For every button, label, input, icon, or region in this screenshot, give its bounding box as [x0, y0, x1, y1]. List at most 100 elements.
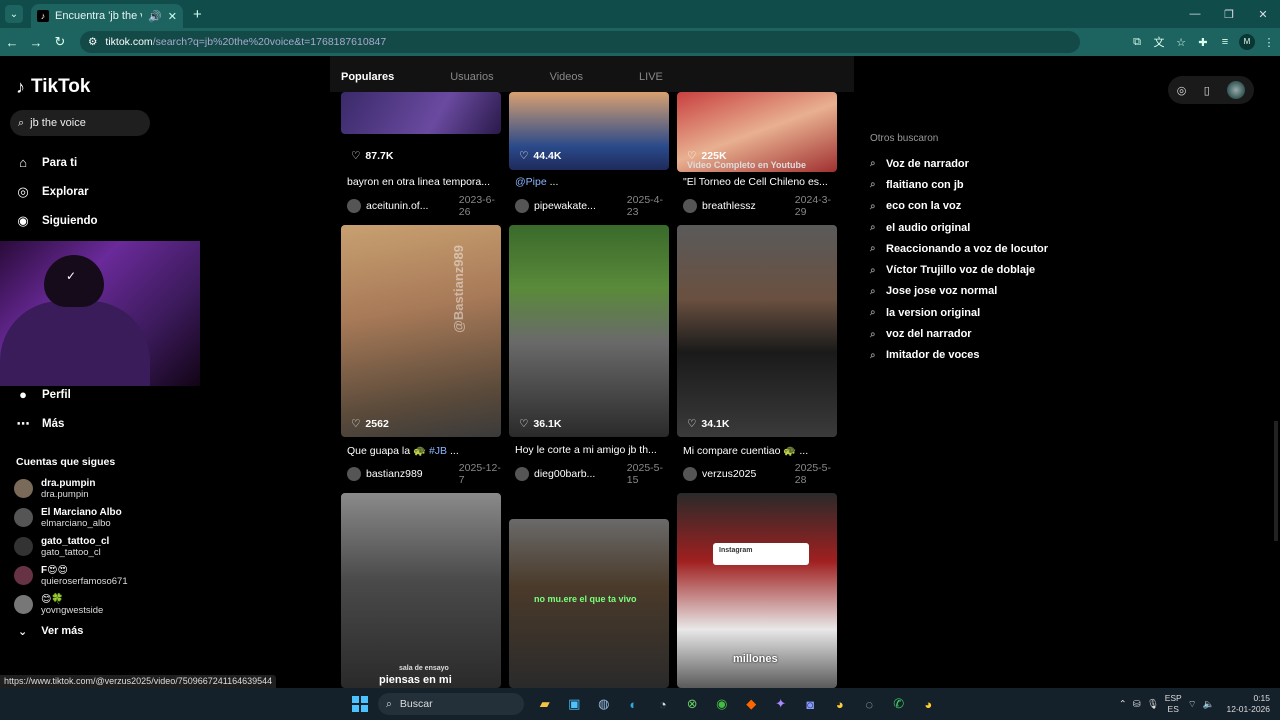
- related-search-item[interactable]: ⌕ Víctor Trujillo voz de doblaje: [870, 259, 1090, 280]
- profile-avatar[interactable]: M: [1239, 34, 1255, 50]
- start-button[interactable]: [352, 696, 368, 712]
- page-scrollbar[interactable]: [1274, 421, 1278, 541]
- close-window-button[interactable]: ✕: [1246, 8, 1280, 21]
- video-thumbnail[interactable]: sala de ensayo piensas en mi: [341, 493, 501, 688]
- restore-button[interactable]: ❐: [1212, 8, 1246, 21]
- video-author[interactable]: verzus2025: [702, 468, 791, 480]
- related-search-item[interactable]: ⌕ Reaccionando a voz de locutor: [870, 238, 1090, 259]
- video-author[interactable]: aceitunin.of...: [366, 200, 455, 212]
- mention-link[interactable]: @Pipe: [515, 176, 547, 188]
- video-caption[interactable]: @Pipe ...: [515, 176, 670, 188]
- obs-icon[interactable]: ◌: [855, 688, 885, 720]
- install-app-icon[interactable]: ⧉: [1126, 36, 1148, 49]
- like-count: ♡ 225K: [687, 150, 727, 162]
- following-item[interactable]: gato_tattoo_cl gato_tattoo_cl: [14, 532, 164, 561]
- tab-populares[interactable]: Populares: [330, 56, 405, 92]
- heart-icon: ♡: [519, 418, 529, 430]
- browser-menu-icon[interactable]: ⋮: [1258, 36, 1280, 49]
- video-caption[interactable]: "El Torneo de Cell Chileno es...: [683, 176, 838, 188]
- video-thumbnail[interactable]: @Bastianz989: [341, 225, 501, 437]
- reload-button[interactable]: ↻: [48, 34, 72, 50]
- store-icon[interactable]: ▣: [560, 688, 590, 720]
- tab-videos[interactable]: Videos: [539, 56, 594, 92]
- video-author[interactable]: pipewakate...: [534, 200, 623, 212]
- volume-icon[interactable]: 🔈: [1203, 699, 1215, 710]
- microphone-icon[interactable]: 🎙: [1147, 699, 1159, 710]
- wifi-icon[interactable]: ⌔: [1188, 699, 1197, 710]
- following-item[interactable]: El Marciano Albo elmarciano_albo: [14, 503, 164, 532]
- menu-item-mas[interactable]: ⋯ Más: [16, 409, 156, 438]
- video-thumbnail[interactable]: no mu.ere el que ta vivo: [509, 519, 669, 688]
- taskbar-search[interactable]: ⌕ Buscar: [378, 693, 524, 715]
- menu-item-explorar[interactable]: ◎ Explorar: [16, 177, 156, 206]
- following-item[interactable]: F😍😍 quieroserfamoso671: [14, 561, 164, 590]
- hashtag-link[interactable]: #JB: [429, 445, 447, 457]
- game-controller-icon[interactable]: ✦: [766, 688, 796, 720]
- video-thumbnail[interactable]: [677, 225, 837, 437]
- avatar[interactable]: [1227, 81, 1246, 99]
- video-caption[interactable]: Hoy le corte a mi amigo jb th...: [515, 444, 670, 456]
- related-search-label: flaitiano con jb: [886, 178, 964, 191]
- clock[interactable]: 0:15 12-01-2026: [1227, 693, 1270, 715]
- video-caption[interactable]: Que guapa la 🐢 #JB ...: [347, 444, 502, 457]
- related-search-item[interactable]: ⌕ flaitiano con jb: [870, 174, 1090, 195]
- tiktok-logo[interactable]: ♪ TikTok: [16, 76, 90, 98]
- related-search-item[interactable]: ⌕ Imitador de voces: [870, 345, 1090, 366]
- related-search-item[interactable]: ⌕ la version original: [870, 302, 1090, 323]
- address-bar[interactable]: ⚙ tiktok.com/search?q=jb%20the%20voice&t…: [80, 31, 1080, 53]
- edge-icon[interactable]: ◐: [619, 688, 649, 720]
- video-author[interactable]: bastianz989: [366, 468, 455, 480]
- menu-item-siguiendo[interactable]: ◉ Siguiendo: [16, 206, 156, 235]
- site-info-icon[interactable]: ⚙: [88, 36, 97, 48]
- game-launcher-icon[interactable]: ◆: [737, 688, 767, 720]
- device-icon[interactable]: ▯: [1204, 84, 1210, 97]
- search-icon: ⌕: [870, 158, 876, 170]
- close-tab-icon[interactable]: ✕: [168, 10, 177, 23]
- translate-icon[interactable]: 文: [1148, 34, 1170, 50]
- related-search-label: eco con la voz: [886, 200, 962, 213]
- input-language[interactable]: ESP ES: [1165, 693, 1182, 715]
- xbox-icon[interactable]: ⊗: [678, 688, 708, 720]
- steam-icon[interactable]: ◍: [589, 688, 619, 720]
- related-search-item[interactable]: ⌕ el audio original: [870, 217, 1090, 238]
- xbox-app-icon[interactable]: ◉: [707, 688, 737, 720]
- minimize-button[interactable]: —: [1178, 8, 1212, 20]
- new-tab-button[interactable]: +: [193, 6, 202, 23]
- video-author[interactable]: breathlessz: [702, 200, 791, 212]
- chrome-profile-icon[interactable]: ◕: [914, 688, 944, 720]
- tab-live[interactable]: LIVE: [628, 56, 674, 92]
- tab-search-button[interactable]: ⌄: [5, 5, 23, 23]
- video-caption[interactable]: bayron en otra linea tempora...: [347, 176, 502, 188]
- related-search-item[interactable]: ⌕ voz del narrador: [870, 323, 1090, 344]
- following-item[interactable]: 😊🍀 yovngwestside: [14, 590, 164, 619]
- back-button[interactable]: ←: [0, 35, 24, 50]
- network-app-icon[interactable]: ⛁: [1133, 699, 1141, 710]
- video-thumbnail[interactable]: [509, 225, 669, 437]
- search-input[interactable]: ⌕ jb the voice: [10, 110, 150, 136]
- whatsapp-icon[interactable]: ✆: [884, 688, 914, 720]
- media-controls-icon[interactable]: ≡: [1214, 36, 1236, 48]
- related-search-item[interactable]: ⌕ Voz de narrador: [870, 153, 1090, 174]
- menu-item-para-ti[interactable]: ⌂ Para ti: [16, 148, 156, 177]
- tab-usuarios[interactable]: Usuarios: [439, 56, 504, 92]
- forward-button[interactable]: →: [24, 35, 48, 50]
- app-icon[interactable]: ◔: [648, 688, 678, 720]
- related-search-item[interactable]: ⌕ Jose jose voz normal: [870, 281, 1090, 302]
- browser-tab[interactable]: ♪ Encuentra 'jb the voice' en 🔊 ✕: [31, 4, 183, 28]
- following-item[interactable]: dra.pumpin dra.pumpin: [14, 474, 164, 503]
- speaker-icon[interactable]: 🔊: [148, 10, 162, 23]
- bookmark-star-icon[interactable]: ☆: [1170, 36, 1192, 49]
- tray-chevron-icon[interactable]: ⌃: [1119, 699, 1127, 710]
- chrome-icon[interactable]: ◕: [825, 688, 855, 720]
- related-search-item[interactable]: ⌕ eco con la voz: [870, 196, 1090, 217]
- video-thumbnail[interactable]: Instagram millones: [677, 493, 837, 688]
- discord-icon[interactable]: ◙: [796, 688, 826, 720]
- file-explorer-icon[interactable]: ▰: [530, 688, 560, 720]
- see-more-button[interactable]: ⌄ Ver más: [18, 625, 83, 638]
- extensions-icon[interactable]: ✚: [1192, 36, 1214, 49]
- menu-item-perfil[interactable]: ● Perfil: [16, 380, 156, 409]
- video-thumbnail[interactable]: [341, 92, 501, 134]
- video-caption[interactable]: Mi compare cuentiao 🐢 ...: [683, 444, 838, 457]
- video-author[interactable]: dieg00barb...: [534, 468, 623, 480]
- coins-icon[interactable]: ◎: [1177, 84, 1187, 97]
